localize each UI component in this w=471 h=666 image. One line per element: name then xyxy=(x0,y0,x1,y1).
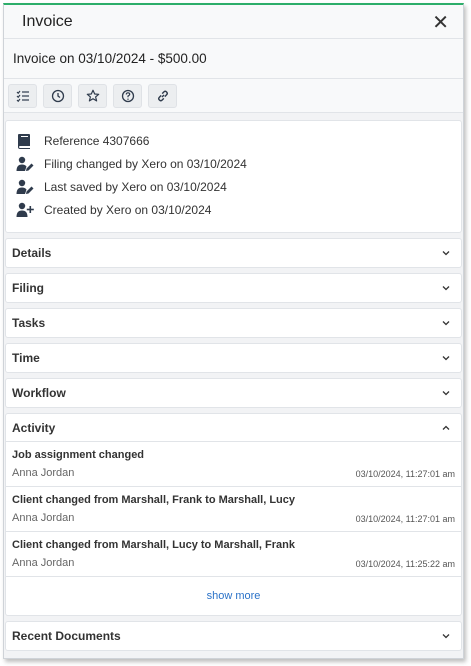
link-icon xyxy=(157,90,168,101)
checklist-button[interactable] xyxy=(8,83,37,108)
history-button[interactable] xyxy=(43,83,72,108)
section-tasks[interactable]: Tasks xyxy=(5,308,462,338)
section-time[interactable]: Time xyxy=(5,343,462,373)
info-card: Reference 4307666 Filing changed by Xero… xyxy=(5,120,462,233)
chevron-down-icon xyxy=(442,356,450,361)
activity-item: Client changed from Marshall, Lucy to Ma… xyxy=(6,532,461,577)
user-edit-icon xyxy=(16,156,34,171)
section-title: Recent Documents xyxy=(12,629,121,643)
reference-row: Reference 4307666 xyxy=(16,129,451,152)
activity-time: 03/10/2024, 11:27:01 am xyxy=(355,514,455,524)
section-activity: Activity Job assignment changed Anna Jor… xyxy=(5,413,462,616)
panel-title: Invoice xyxy=(22,12,73,30)
toolbar xyxy=(4,79,463,113)
created-text: Created by Xero on 03/10/2024 xyxy=(44,202,212,217)
link-button[interactable] xyxy=(148,83,177,108)
help-icon xyxy=(121,89,134,102)
section-recent-documents[interactable]: Recent Documents xyxy=(5,621,462,651)
activity-user: Anna Jordan xyxy=(12,467,75,479)
star-icon xyxy=(86,89,99,101)
activity-time: 03/10/2024, 11:27:01 am xyxy=(355,469,455,479)
chevron-down-icon xyxy=(442,634,450,639)
activity-title: Client changed from Marshall, Lucy to Ma… xyxy=(12,539,296,551)
chevron-down-icon xyxy=(442,286,450,291)
section-workflow[interactable]: Workflow xyxy=(5,378,462,408)
book-icon xyxy=(18,133,30,149)
user-edit-icon xyxy=(16,179,34,194)
activity-title: Client changed from Marshall, Frank to M… xyxy=(12,494,296,506)
reference-text: Reference 4307666 xyxy=(44,133,150,148)
close-button[interactable]: ✕ xyxy=(432,12,449,32)
created-row: Created by Xero on 03/10/2024 xyxy=(16,198,451,221)
user-plus-icon xyxy=(16,202,34,217)
section-title: Filing xyxy=(12,281,44,295)
last-saved-row: Last saved by Xero on 03/10/2024 xyxy=(16,175,451,198)
chevron-down-icon xyxy=(442,251,450,256)
filing-changed-row: Filing changed by Xero on 03/10/2024 xyxy=(16,152,451,175)
section-title: Time xyxy=(12,351,40,365)
filing-changed-text: Filing changed by Xero on 03/10/2024 xyxy=(44,156,247,171)
clock-icon xyxy=(51,89,64,102)
chevron-down-icon xyxy=(442,391,450,396)
chevron-up-icon xyxy=(442,425,450,430)
chevron-down-icon xyxy=(442,321,450,326)
section-filing[interactable]: Filing xyxy=(5,273,462,303)
activity-header[interactable]: Activity xyxy=(6,414,461,442)
section-title: Tasks xyxy=(12,316,46,330)
section-details[interactable]: Details xyxy=(5,238,462,268)
section-title: Details xyxy=(12,246,52,260)
activity-user: Anna Jordan xyxy=(12,512,75,524)
activity-item: Job assignment changed Anna Jordan 03/10… xyxy=(6,442,461,487)
show-more-link[interactable]: show more xyxy=(6,577,461,615)
activity-title: Job assignment changed xyxy=(12,449,145,461)
checklist-icon xyxy=(16,90,29,102)
section-title: Workflow xyxy=(12,386,66,400)
activity-user: Anna Jordan xyxy=(12,557,75,569)
last-saved-text: Last saved by Xero on 03/10/2024 xyxy=(44,179,227,194)
activity-time: 03/10/2024, 11:25:22 am xyxy=(355,559,455,569)
invoice-panel: Invoice ✕ Invoice on 03/10/2024 - $500.0… xyxy=(3,3,464,659)
panel-header: Invoice ✕ xyxy=(4,5,463,39)
help-button[interactable] xyxy=(113,83,142,108)
activity-item: Client changed from Marshall, Frank to M… xyxy=(6,487,461,532)
favourite-button[interactable] xyxy=(78,83,107,108)
invoice-title: Invoice on 03/10/2024 - $500.00 xyxy=(4,39,463,79)
section-title: Activity xyxy=(12,420,56,435)
